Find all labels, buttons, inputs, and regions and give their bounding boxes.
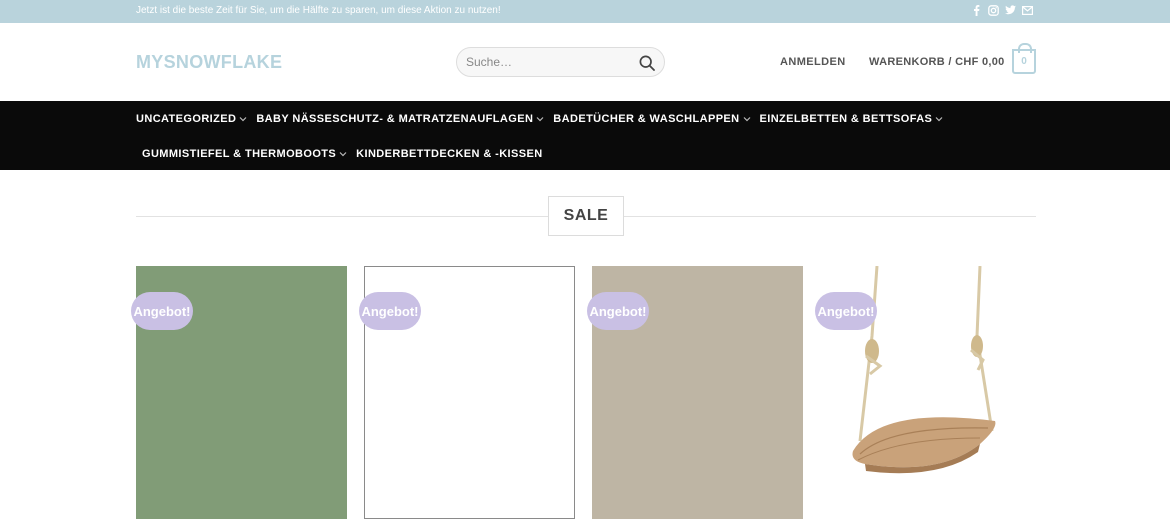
search-icon bbox=[639, 55, 655, 71]
mail-icon[interactable] bbox=[1022, 4, 1033, 16]
chevron-down-icon bbox=[935, 117, 943, 122]
instagram-icon[interactable] bbox=[988, 4, 999, 16]
nav-item-uncategorized[interactable]: UNCATEGORIZED bbox=[136, 112, 247, 126]
sale-badge: Angebot! bbox=[587, 292, 649, 330]
social-links bbox=[971, 4, 1033, 16]
nav-item-kinderbettdecken[interactable]: KINDERBETTDECKEN & -KISSEN bbox=[356, 147, 542, 161]
chevron-down-icon bbox=[339, 152, 347, 157]
sale-badge: Angebot! bbox=[815, 292, 877, 330]
nav-item-label: BADETÜCHER & WASCHLAPPEN bbox=[553, 113, 740, 125]
login-link[interactable]: ANMELDEN bbox=[780, 56, 846, 68]
nav-item-label: GUMMISTIEFEL & THERMOBOOTS bbox=[142, 148, 337, 160]
nav-item-label: BABY NÄSSESCHUTZ- & MATRATZENAUFLAGEN bbox=[256, 113, 534, 125]
nav-item-gummistiefel[interactable]: GUMMISTIEFEL & THERMOBOOTS bbox=[142, 147, 347, 161]
product-card[interactable]: Angebot! bbox=[815, 265, 1031, 519]
search-button[interactable] bbox=[636, 52, 658, 74]
nav-row: GUMMISTIEFEL & THERMOBOOTS KINDERBETTDEC… bbox=[142, 147, 552, 161]
cart-link[interactable]: WARENKORB / CHF 0,00 bbox=[869, 56, 1005, 68]
product-card[interactable]: Angebot! bbox=[587, 266, 803, 519]
nav-item-baby-naesseschutz[interactable]: BABY NÄSSESCHUTZ- & MATRATZENAUFLAGEN bbox=[256, 112, 544, 126]
facebook-icon[interactable] bbox=[971, 4, 982, 16]
chevron-down-icon bbox=[239, 117, 247, 122]
site-logo[interactable]: MYSNOWFLAKE bbox=[136, 52, 282, 73]
search-input[interactable] bbox=[466, 54, 626, 70]
section-title: SALE bbox=[548, 196, 624, 236]
twitter-icon[interactable] bbox=[1005, 4, 1016, 16]
nav-item-einzelbetten[interactable]: EINZELBETTEN & BETTSOFAS bbox=[760, 112, 944, 126]
nav-item-label: EINZELBETTEN & BETTSOFAS bbox=[759, 113, 933, 125]
sale-badge: Angebot! bbox=[359, 292, 421, 330]
site-header: MYSNOWFLAKE ANMELDEN WARENKORB / CHF 0,0… bbox=[0, 23, 1170, 101]
nav-row: UNCATEGORIZED BABY NÄSSESCHUTZ- & MATRAT… bbox=[136, 112, 952, 126]
nav-item-badetuecher[interactable]: BADETÜCHER & WASCHLAPPEN bbox=[553, 112, 750, 126]
sale-badge: Angebot! bbox=[131, 292, 193, 330]
chevron-down-icon bbox=[743, 117, 750, 122]
top-bar: Jetzt ist die beste Zeit für Sie, um die… bbox=[0, 0, 1170, 23]
cart-count-badge[interactable]: 0 bbox=[1012, 43, 1036, 74]
product-card[interactable]: Angebot! bbox=[131, 266, 347, 519]
product-card[interactable]: Angebot! bbox=[359, 266, 575, 519]
main-navigation: UNCATEGORIZED BABY NÄSSESCHUTZ- & MATRAT… bbox=[0, 101, 1170, 170]
nav-item-label: KINDERBETTDECKEN & -KISSEN bbox=[356, 148, 543, 160]
nav-item-label: UNCATEGORIZED bbox=[136, 113, 237, 125]
search-form bbox=[456, 47, 665, 77]
promo-message: Jetzt ist die beste Zeit für Sie, um die… bbox=[136, 5, 501, 16]
chevron-down-icon bbox=[536, 117, 544, 122]
